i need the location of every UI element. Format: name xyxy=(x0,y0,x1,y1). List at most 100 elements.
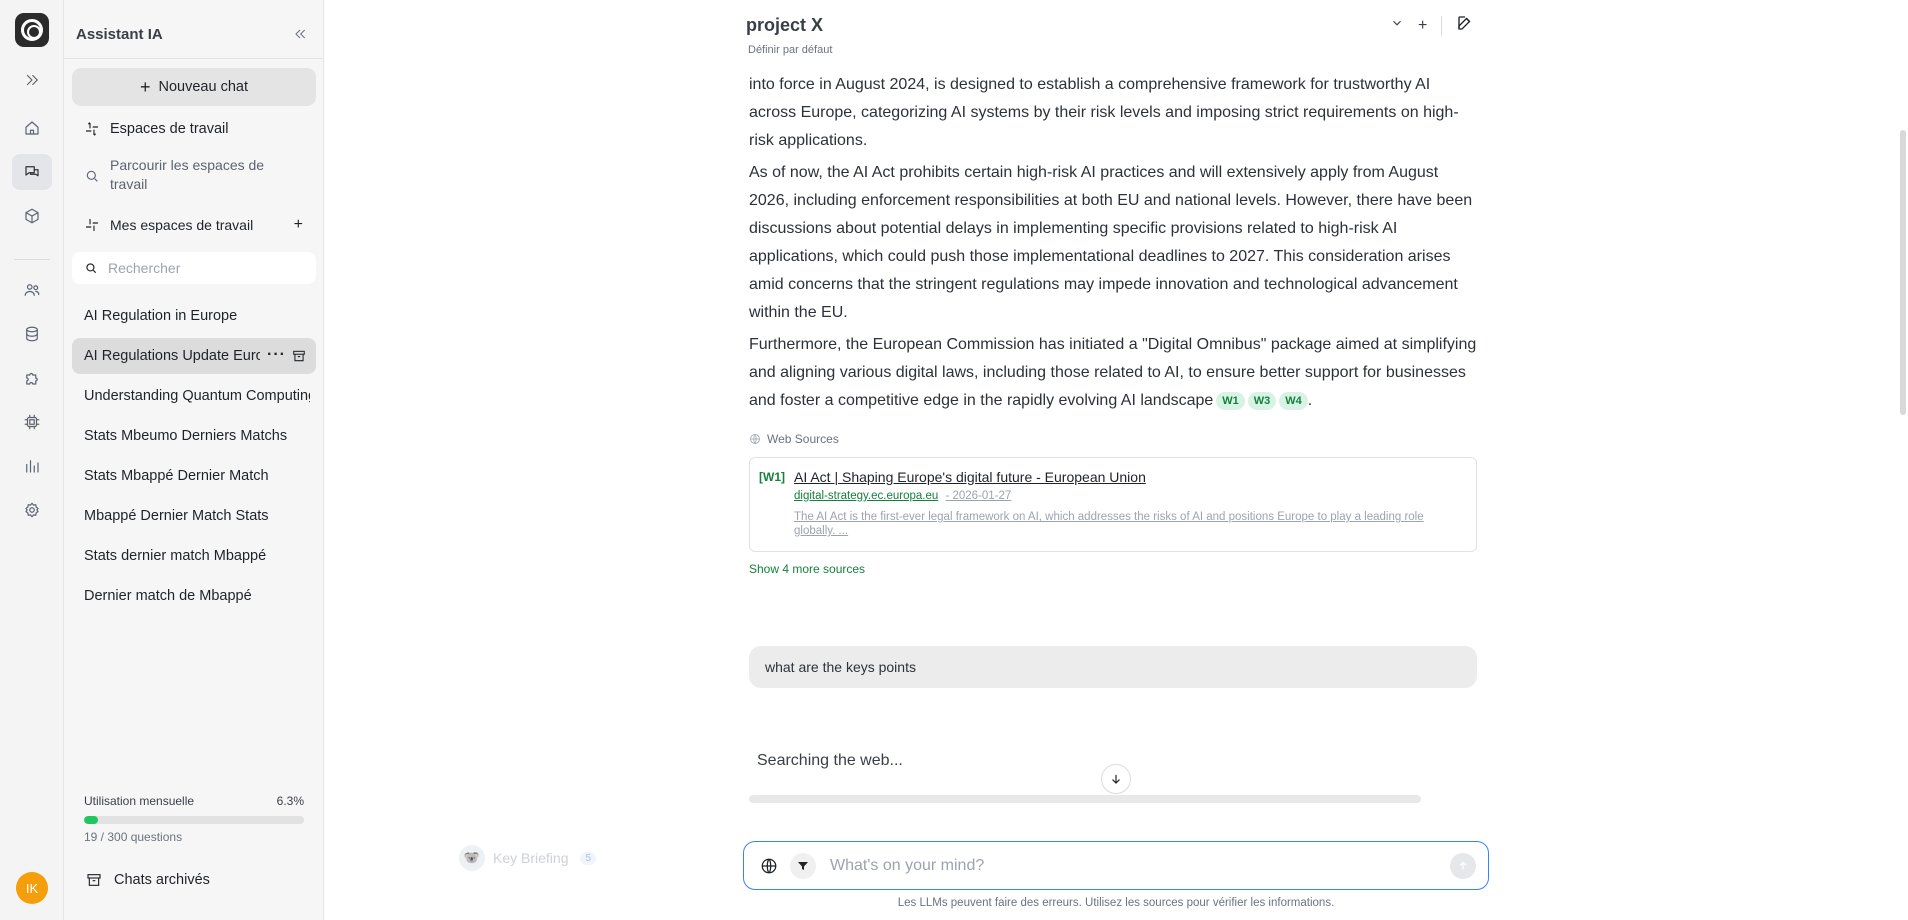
source-domain[interactable]: digital-strategy.ec.europa.eu xyxy=(794,490,938,502)
more-options-icon[interactable]: ··· xyxy=(267,346,286,364)
arrow-up-icon xyxy=(1459,861,1467,870)
key-briefing-count: 5 xyxy=(580,851,597,865)
scroll-down-button[interactable] xyxy=(1101,764,1131,794)
search-input[interactable]: Rechercher xyxy=(72,252,316,284)
workspaces-link[interactable]: Espaces de travail xyxy=(72,118,316,140)
chat-composer xyxy=(743,841,1489,890)
expand-icon[interactable] xyxy=(12,62,52,98)
source-tag: [W1] xyxy=(759,470,785,484)
chart-icon[interactable] xyxy=(12,448,52,484)
arrow-down-icon xyxy=(1112,774,1120,784)
chat-title: Stats dernier match Mbappé xyxy=(84,548,267,564)
database-icon[interactable] xyxy=(12,316,52,352)
chevron-down-icon[interactable] xyxy=(1390,16,1404,35)
users-icon[interactable] xyxy=(12,272,52,308)
new-chat-button[interactable]: + Nouveau chat xyxy=(72,68,316,106)
web-sources-text: Web Sources xyxy=(767,432,839,446)
message-paragraph: Furthermore, the European Commission has… xyxy=(749,331,1479,415)
usage-percent: 6.3% xyxy=(276,794,304,808)
settings-icon[interactable] xyxy=(12,492,52,528)
citation-badge[interactable]: W4 xyxy=(1279,392,1308,410)
archived-chats-link[interactable]: Chats archivés xyxy=(86,872,210,888)
add-icon[interactable]: + xyxy=(1418,17,1427,35)
cube-icon[interactable] xyxy=(12,198,52,234)
user-message-text: what are the keys points xyxy=(765,659,916,675)
sidebar-divider xyxy=(64,58,323,59)
chat-item[interactable]: AI Regulation in Europe xyxy=(72,298,316,334)
usage-bar xyxy=(84,816,304,824)
message-paragraph: into force in August 2024, is designed t… xyxy=(749,76,1459,149)
archived-chats-label: Chats archivés xyxy=(114,872,210,888)
archive-icon[interactable] xyxy=(292,349,306,363)
chat-item[interactable]: Stats Mbappé Dernier Match xyxy=(72,458,316,494)
globe-icon[interactable] xyxy=(758,855,780,877)
send-button[interactable] xyxy=(1450,853,1476,879)
my-workspaces-label: Mes espaces de travail xyxy=(110,217,254,233)
page-scrollbar[interactable] xyxy=(1900,130,1906,415)
loading-bar xyxy=(749,795,1421,803)
filter-icon[interactable] xyxy=(790,852,816,879)
disclaimer: Les LLMs peuvent faire des erreurs. Util… xyxy=(897,897,1335,909)
rail-divider xyxy=(14,259,50,260)
koala-icon: 🐨 xyxy=(459,845,485,871)
edit-icon[interactable] xyxy=(1456,14,1474,37)
chat-title: AI Regulation in Europe xyxy=(84,308,238,324)
collapse-sidebar-icon[interactable] xyxy=(289,23,311,45)
web-sources-label: Web Sources xyxy=(749,432,839,446)
source-card[interactable]: [W1] AI Act | Shaping Europe's digital f… xyxy=(749,457,1477,552)
sidebar-title: Assistant IA xyxy=(76,25,163,43)
workspaces-label: Espaces de travail xyxy=(110,121,229,137)
searching-status: Searching the web... xyxy=(757,752,903,769)
browse-workspaces-label: Parcourir les espaces de travail xyxy=(110,157,265,192)
source-date: - 2026-01-27 xyxy=(945,490,1012,502)
chat-title: Stats Mbeumo Derniers Matchs xyxy=(84,428,288,444)
usage-bar-fill xyxy=(84,816,98,824)
key-briefing[interactable]: 🐨 Key Briefing 5 xyxy=(459,845,597,871)
message-input[interactable] xyxy=(830,856,1430,875)
key-briefing-label: Key Briefing xyxy=(493,850,569,866)
usage-label: Utilisation mensuelle xyxy=(84,794,195,808)
chat-item[interactable]: Understanding Quantum Computing xyxy=(72,378,316,414)
header-actions: + xyxy=(1390,14,1474,37)
citation-badge[interactable]: W3 xyxy=(1247,392,1277,410)
chat-title: Stats Mbappé Dernier Match xyxy=(84,468,269,484)
my-workspaces-header: Mes espaces de travail xyxy=(72,214,316,236)
chat-item[interactable]: Mbappé Dernier Match Stats xyxy=(72,498,316,534)
assistant-message: into force in August 2024, is designed t… xyxy=(749,71,1479,419)
slack-icon xyxy=(86,122,98,136)
chat-item[interactable]: Stats Mbeumo Derniers Matchs xyxy=(72,418,316,454)
message-text: Furthermore, the European Commission has… xyxy=(749,336,1477,409)
header-divider xyxy=(1441,15,1443,36)
icon-rail: IK xyxy=(0,0,64,920)
project-title[interactable]: project X xyxy=(746,15,823,36)
message-text: . xyxy=(1307,392,1313,409)
puzzle-icon[interactable] xyxy=(12,360,52,396)
citation-badge[interactable]: W1 xyxy=(1216,392,1245,410)
globe-icon xyxy=(750,434,760,444)
chat-icon[interactable] xyxy=(12,154,52,190)
home-icon[interactable] xyxy=(12,110,52,146)
search-placeholder: Rechercher xyxy=(108,260,181,276)
chat-title: Mbappé Dernier Match Stats xyxy=(84,508,269,524)
show-more-sources-link[interactable]: Show 4 more sources xyxy=(749,562,865,576)
app-logo[interactable] xyxy=(15,13,49,47)
source-title-link[interactable]: AI Act | Shaping Europe's digital future… xyxy=(794,469,1146,485)
usage-meter: Utilisation mensuelle 6.3% 19 / 300 ques… xyxy=(84,794,304,844)
user-avatar[interactable]: IK xyxy=(16,872,48,904)
usage-questions: 19 / 300 questions xyxy=(84,830,183,844)
chat-title: AI Regulations Update Europe xyxy=(84,348,260,364)
chip-icon[interactable] xyxy=(12,404,52,440)
search-icon xyxy=(86,263,97,274)
message-paragraph: As of now, the AI Act prohibits certain … xyxy=(749,164,1473,321)
chat-title: Understanding Quantum Computing xyxy=(84,388,310,404)
chat-item-active[interactable]: AI Regulations Update Europe ··· xyxy=(72,338,316,374)
plus-icon: + xyxy=(140,77,151,97)
chat-item[interactable]: Dernier match de Mbappé xyxy=(72,578,316,614)
source-snippet: The AI Act is the first-ever legal frame… xyxy=(794,511,1424,537)
sidebar: Assistant IA + Nouveau chat Espaces de t… xyxy=(64,0,324,920)
source-meta: digital-strategy.ec.europa.eu - 2026-01-… xyxy=(794,490,1011,502)
browse-workspaces-link[interactable]: Parcourir les espaces de travail xyxy=(72,156,316,194)
add-workspace-button[interactable]: + xyxy=(294,216,303,234)
chat-item[interactable]: Stats dernier match Mbappé xyxy=(72,538,316,574)
set-default-link[interactable]: Définir par défaut xyxy=(748,44,832,56)
